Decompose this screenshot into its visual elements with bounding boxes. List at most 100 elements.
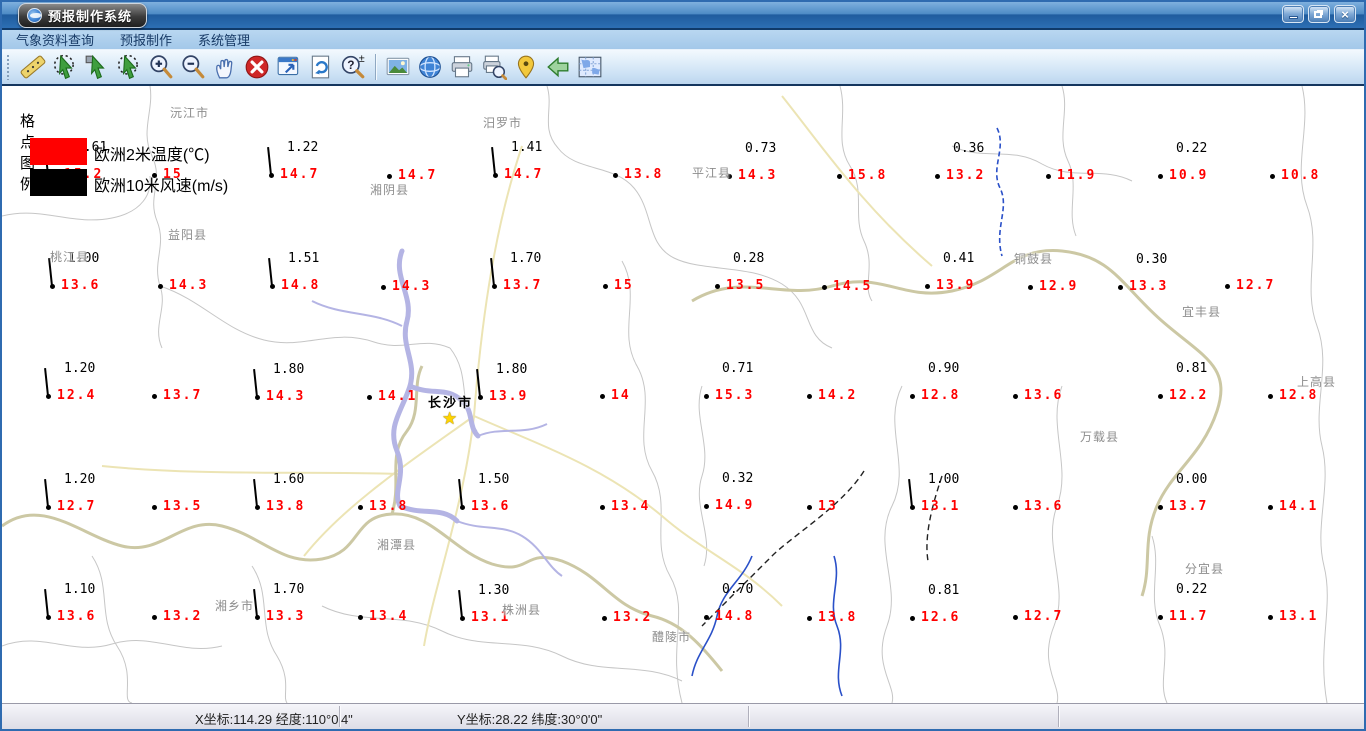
temperature-value: 13.9	[489, 389, 529, 404]
identify-button[interactable]: ? ±	[337, 52, 369, 82]
temperature-value: 12.2	[1169, 388, 1209, 403]
temperature-value: 11.7	[1169, 609, 1209, 624]
legend-swatch-1	[30, 138, 87, 165]
grid-point-dot	[358, 615, 363, 620]
temperature-value: 14.3	[266, 389, 306, 404]
select-circle-button[interactable]	[113, 52, 145, 82]
globe-icon	[419, 56, 441, 78]
window-controls: ×	[1282, 5, 1356, 23]
zoom-out-button[interactable]	[177, 52, 209, 82]
place-label-county: 湘乡市	[215, 599, 255, 613]
grid-point-dot	[358, 505, 363, 510]
back-arrow-icon	[547, 56, 569, 78]
close-button[interactable]: ×	[1334, 5, 1356, 23]
identify-magnifier-icon: ? ±	[341, 54, 365, 79]
place-label-county: 汨罗市	[483, 116, 523, 130]
wind-speed-value: 1.51	[288, 251, 320, 266]
temperature-value: 13.5	[726, 278, 766, 293]
menu-item-2[interactable]: 预报制作	[120, 30, 172, 49]
image-button[interactable]	[382, 52, 414, 82]
toolbar-grip[interactable]	[6, 54, 11, 80]
grid-point-dot	[1118, 285, 1123, 290]
full-extent-button[interactable]	[273, 52, 305, 82]
temperature-value: 15.8	[848, 168, 888, 183]
place-label-county: 沅江市	[170, 106, 210, 120]
grid-point-dot	[367, 395, 372, 400]
grid-point-dot	[1158, 505, 1163, 510]
wind-speed-value: 1.80	[496, 362, 528, 377]
temperature-value: 13.2	[163, 609, 203, 624]
temperature-value: 13.1	[921, 499, 961, 514]
printer-icon	[451, 56, 473, 78]
wind-speed-value: 1.10	[64, 582, 96, 597]
select-features-button[interactable]	[49, 52, 81, 82]
wind-speed-value: 0.36	[953, 141, 985, 156]
grid-point-dot	[1158, 394, 1163, 399]
temperature-value: 13.5	[163, 499, 203, 514]
grid-map-button[interactable]	[574, 52, 606, 82]
zoom-in-button[interactable]	[145, 52, 177, 82]
wind-speed-value: 0.90	[928, 361, 960, 376]
temperature-value: 13.4	[369, 609, 409, 624]
cancel-button[interactable]	[241, 52, 273, 82]
menu-item-1[interactable]: 气象资料查询	[16, 30, 94, 49]
temperature-value: 13.6	[1024, 499, 1064, 514]
grid-point-dot	[837, 174, 842, 179]
temperature-value: 12.8	[921, 388, 961, 403]
temperature-value: 13.9	[936, 278, 976, 293]
place-label-county: 万载县	[1080, 430, 1120, 444]
map-viewport[interactable]: 15.21.611514.71.2214.714.71.4113.814.30.…	[2, 86, 1364, 703]
svg-text:±: ±	[359, 54, 365, 65]
grid-point-dot	[1013, 615, 1018, 620]
status-x-coordinate: X坐标:114.29 经度:110°0'4"	[195, 712, 353, 727]
app-window: 预报制作系统 × 气象资料查询 预报制作 系统管理 ? ± 1.61 15 14…	[0, 0, 1366, 731]
legend-label-2: 欧洲10米风速(m/s)	[94, 178, 229, 195]
temperature-value: 14.8	[715, 609, 755, 624]
grid-point-dot	[1268, 505, 1273, 510]
temperature-value: 14.3	[738, 168, 778, 183]
print-preview-button[interactable]	[478, 52, 510, 82]
svg-text:?: ?	[347, 58, 354, 72]
temperature-value: 14.7	[280, 167, 320, 182]
locate-button[interactable]	[510, 52, 542, 82]
print-button[interactable]	[446, 52, 478, 82]
place-label-county: 湘潭县	[377, 538, 417, 552]
grid-point-dot	[1225, 284, 1230, 289]
grid-point-dot	[704, 504, 709, 509]
grid-point-dot	[602, 616, 607, 621]
grid-point-dot	[152, 394, 157, 399]
grid-point-dot	[807, 616, 812, 621]
wind-speed-value: 0.81	[928, 583, 960, 598]
wind-speed-value: 0.00	[1176, 472, 1208, 487]
statusbar-divider	[339, 706, 341, 727]
close-icon: ×	[1341, 6, 1349, 22]
grid-point-dot	[1158, 615, 1163, 620]
select-button[interactable]	[81, 52, 113, 82]
pan-button[interactable]	[209, 52, 241, 82]
minimize-button[interactable]	[1282, 5, 1304, 23]
globe-button[interactable]	[414, 52, 446, 82]
grid-point-dot	[1013, 394, 1018, 399]
grid-point-dot	[600, 394, 605, 399]
temperature-value: 14	[611, 388, 631, 403]
refresh-button[interactable]	[305, 52, 337, 82]
menu-item-3[interactable]: 系统管理	[198, 30, 250, 49]
menu-bar: 气象资料查询 预报制作 系统管理	[2, 30, 1364, 49]
pan-hand-icon	[216, 58, 233, 79]
zoom-out-icon	[182, 55, 205, 79]
measure-button[interactable]	[17, 52, 49, 82]
restore-button[interactable]	[1308, 5, 1330, 23]
app-tab[interactable]: 预报制作系统	[18, 3, 148, 28]
temperature-value: 13.1	[1279, 609, 1319, 624]
temperature-value: 12.7	[1024, 609, 1064, 624]
wind-speed-value: 1.20	[64, 361, 96, 376]
ruler-icon	[20, 55, 46, 79]
print-preview-icon	[483, 55, 507, 80]
legend-swatch-2	[30, 169, 87, 196]
image-icon	[386, 57, 410, 76]
temperature-value: 12.7	[1236, 278, 1276, 293]
back-button[interactable]	[542, 52, 574, 82]
temperature-value: 13.8	[818, 610, 858, 625]
place-label-county: 分宜县	[1185, 562, 1225, 576]
select-arrow-icon	[85, 54, 105, 80]
